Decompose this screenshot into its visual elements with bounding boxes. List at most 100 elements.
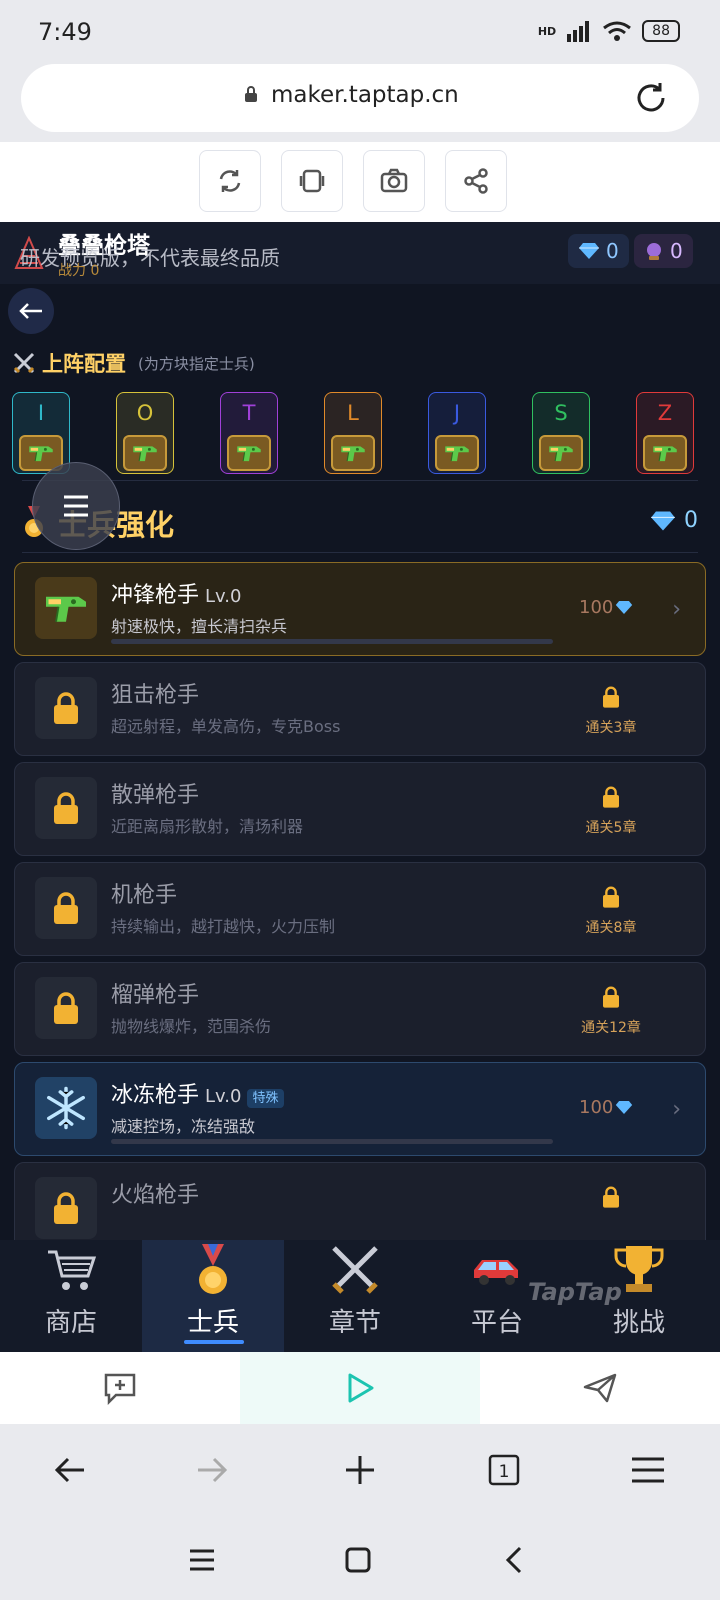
soldier-card[interactable]: 狙击枪手 超远射程，单发高伤，专克Boss 通关3章 xyxy=(14,662,706,756)
browser-menu-button[interactable] xyxy=(628,1450,668,1490)
soldier-icon xyxy=(35,977,97,1039)
nav-tab-shop[interactable]: 商店 xyxy=(0,1240,142,1352)
divider xyxy=(22,552,698,553)
play-button[interactable] xyxy=(240,1352,480,1424)
unlock-requirement: 通关12章 xyxy=(571,985,651,1037)
nav-tab-soldiers[interactable]: 士兵 xyxy=(142,1240,284,1352)
slot-letter: I xyxy=(37,401,45,425)
lineup-slot-z[interactable]: Z xyxy=(636,392,694,474)
nav-tab-label: 章节 xyxy=(328,1308,381,1338)
menu-icon xyxy=(632,1457,664,1483)
refresh-icon xyxy=(219,170,241,192)
device-frame-button[interactable] xyxy=(281,150,343,212)
soldier-name: 榴弹枪手 xyxy=(111,983,200,1008)
upgrade-cost: 100 xyxy=(579,597,633,618)
lock-icon xyxy=(54,992,78,1024)
soldier-level: Lv.0 xyxy=(205,1086,242,1107)
send-button[interactable] xyxy=(480,1352,720,1424)
soldier-icon xyxy=(35,1177,97,1239)
special-badge: 特殊 xyxy=(247,1088,284,1108)
nav-tab-chapters[interactable]: 章节 xyxy=(284,1240,426,1352)
recents-button[interactable] xyxy=(182,1542,222,1578)
water-gun-icon xyxy=(29,446,53,462)
floating-menu-button[interactable] xyxy=(32,462,120,550)
soldier-name: 机枪手 xyxy=(111,883,178,908)
slot-letter: J xyxy=(453,401,461,425)
slot-soldier xyxy=(435,435,479,471)
browser-back-button[interactable] xyxy=(50,1450,90,1490)
soldier-level: Lv.0 xyxy=(205,586,242,607)
lock-icon xyxy=(603,986,619,1008)
lineup-slot-o[interactable]: O xyxy=(116,392,174,474)
gem-counter: 0 xyxy=(568,234,629,268)
orb-count: 0 xyxy=(670,239,683,263)
system-back-button[interactable] xyxy=(494,1542,534,1578)
soldier-card[interactable]: 冲锋枪手 Lv.0 射速极快，擅长清扫杂兵 100 › xyxy=(14,562,706,656)
lineup-slot-i[interactable]: I xyxy=(12,392,70,474)
lineup-slot-s[interactable]: S xyxy=(532,392,590,474)
lineup-slot-t[interactable]: T xyxy=(220,392,278,474)
lock-icon xyxy=(54,892,78,924)
upgrade-cost: 100 xyxy=(579,1097,633,1118)
refresh-game-button[interactable] xyxy=(199,150,261,212)
water-gun-icon xyxy=(237,446,261,462)
slot-letter: Z xyxy=(657,401,673,425)
tabs-button[interactable]: 1 xyxy=(484,1450,524,1490)
battery-indicator: 88 xyxy=(642,20,680,42)
soldier-card[interactable]: 榴弹枪手抛物线爆炸，范围杀伤 通关12章 xyxy=(14,962,706,1056)
diamond-icon xyxy=(651,511,675,530)
unlock-requirement: 通关5章 xyxy=(571,785,651,837)
reload-icon[interactable] xyxy=(633,80,669,116)
browser-forward-button[interactable] xyxy=(192,1450,232,1490)
menu-icon xyxy=(64,495,88,517)
unlock-requirement: 通关8章 xyxy=(571,885,651,937)
divider xyxy=(22,480,698,481)
page-toolbar xyxy=(0,142,720,222)
soldier-description: 抛物线爆炸，范围杀伤 xyxy=(111,1017,272,1036)
home-icon xyxy=(345,1547,371,1573)
browser-nav-bar: 1 xyxy=(0,1424,720,1524)
upgrade-gem-counter: 0 xyxy=(650,508,698,533)
wifi-icon xyxy=(603,21,632,41)
soldier-name: 狙击枪手 xyxy=(111,683,200,708)
soldier-card[interactable]: 散弹枪手 近距离扇形散射，清场利器 通关5章 xyxy=(14,762,706,856)
lineup-slot-l[interactable]: L xyxy=(324,392,382,474)
back-button[interactable] xyxy=(8,288,54,334)
soldier-description: 持续输出，越打越快，火力压制 xyxy=(111,917,336,936)
water-gun-icon xyxy=(445,446,469,462)
svg-text:1: 1 xyxy=(499,1462,510,1482)
lineup-hint: (为方块指定士兵) xyxy=(138,354,255,373)
lock-icon xyxy=(54,792,78,824)
network-label: HD xyxy=(537,24,557,38)
slot-soldier xyxy=(123,435,167,471)
address-bar[interactable]: maker.taptap.cn xyxy=(21,64,699,132)
game-view: 叠叠枪塔 研发预览版，不代表最终品质 战力 0 0 0 上阵配置 (为方块指定士… xyxy=(0,222,720,1352)
lock-icon xyxy=(603,686,619,708)
lineup-slot-j[interactable]: J xyxy=(428,392,486,474)
power-value: 战力 0 xyxy=(58,263,100,279)
send-icon xyxy=(583,1373,617,1403)
nav-tab-label: 挑战 xyxy=(612,1308,665,1338)
arrow-left-icon xyxy=(19,303,42,319)
frame-icon xyxy=(299,169,325,193)
share-button[interactable] xyxy=(445,150,507,212)
soldier-icon xyxy=(35,677,97,739)
chevron-right-icon: › xyxy=(672,597,681,622)
nav-tab-label: 士兵 xyxy=(186,1308,239,1338)
home-button[interactable] xyxy=(338,1542,378,1578)
system-nav-bar xyxy=(0,1524,720,1600)
camera-icon xyxy=(380,168,408,193)
slot-letter: L xyxy=(347,401,359,425)
screenshot-button[interactable] xyxy=(363,150,425,212)
soldier-card[interactable]: 冰冻枪手 Lv.0 特殊 减速控场，冻结强敌 100 › xyxy=(14,1062,706,1156)
water-gun-icon xyxy=(549,446,573,462)
slot-letter: T xyxy=(242,401,256,425)
arrow-left-icon xyxy=(54,1457,84,1483)
slot-soldier xyxy=(331,435,375,471)
url-text: maker.taptap.cn xyxy=(271,82,459,108)
lock-icon xyxy=(245,86,257,102)
nav-tab-label: 商店 xyxy=(44,1308,97,1338)
comment-button[interactable] xyxy=(0,1352,240,1424)
new-tab-button[interactable] xyxy=(340,1450,380,1490)
soldier-card[interactable]: 机枪手持续输出，越打越快，火力压制 通关8章 xyxy=(14,862,706,956)
